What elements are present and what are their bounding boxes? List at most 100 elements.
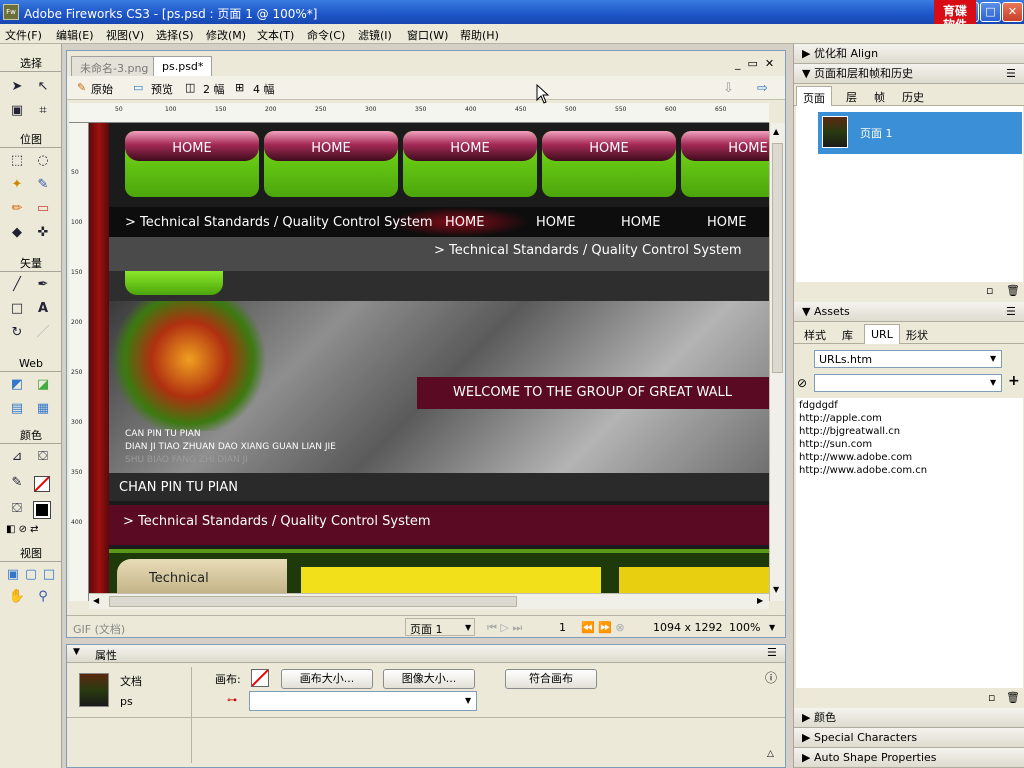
tab-url[interactable]: URL xyxy=(864,324,900,344)
quick-export-icon[interactable]: ⇩ xyxy=(723,81,734,96)
special-characters-header[interactable]: ▶ Special Characters xyxy=(794,728,1024,748)
url-input[interactable] xyxy=(814,374,1002,392)
slice-icon[interactable]: ◪ xyxy=(34,376,52,394)
hide-slices-icon[interactable]: ▤ xyxy=(8,400,26,418)
horizontal-scrollbar[interactable]: ◀ ▶ xyxy=(89,593,769,609)
tab-pages[interactable]: 页面 xyxy=(796,86,832,106)
knife-icon[interactable]: ／ xyxy=(34,324,52,342)
expand-icon[interactable]: △ xyxy=(767,749,774,759)
menu-view[interactable]: 视图(V) xyxy=(106,27,144,43)
settings-dropdown-icon[interactable]: ▼ xyxy=(465,696,471,705)
menu-file[interactable]: 文件(F) xyxy=(5,27,42,43)
url-file-select[interactable]: URLs.htm xyxy=(814,350,1002,368)
colors-header[interactable]: ▶ 颜色 xyxy=(794,708,1024,728)
tab-frames[interactable]: 帧 xyxy=(868,86,891,106)
tab-library[interactable]: 库 xyxy=(836,324,859,344)
view-4up[interactable]: 4 幅 xyxy=(253,81,275,97)
standard-screen-icon[interactable]: ▣ xyxy=(4,566,22,584)
rectangle-icon[interactable]: □ xyxy=(8,300,26,318)
hotspot-icon[interactable]: ◩ xyxy=(8,376,26,394)
menu-edit[interactable]: 编辑(E) xyxy=(56,27,94,43)
stroke-color-icon[interactable]: ✎ xyxy=(8,474,26,492)
maximize-icon[interactable]: □ xyxy=(980,2,1001,22)
help-icon[interactable]: ⓘ xyxy=(765,669,777,686)
document-canvas[interactable]: HOME HOME HOME HOME HOME > Technical Sta… xyxy=(89,123,769,593)
image-size-button[interactable]: 图像大小... xyxy=(383,669,475,689)
tab-ps-psd[interactable]: ps.psd* xyxy=(153,56,213,76)
scale-icon[interactable]: ▣ xyxy=(8,102,26,120)
view-2up[interactable]: 2 幅 xyxy=(203,81,225,97)
view-preview[interactable]: 预览 xyxy=(151,81,173,97)
menu-text[interactable]: 文本(T) xyxy=(257,27,294,43)
frame-nav-controls[interactable]: ⏪ ⏩ ⊗ xyxy=(581,621,625,634)
add-asset-icon[interactable]: ▫ xyxy=(988,691,995,704)
panel-menu-icon[interactable]: ☰ xyxy=(767,646,777,659)
line-icon[interactable]: ╱ xyxy=(8,276,26,294)
vertical-scrollbar[interactable]: ▲ ▼ xyxy=(769,123,785,601)
page-item-selected[interactable] xyxy=(818,112,1022,154)
menu-window[interactable]: 窗口(W) xyxy=(407,27,448,43)
subselect-icon[interactable]: ↖ xyxy=(34,78,52,96)
auto-shape-properties-header[interactable]: ▶ Auto Shape Properties xyxy=(794,748,1024,768)
paint-bucket-icon[interactable]: ⛋ xyxy=(34,448,52,466)
close-icon[interactable]: ✕ xyxy=(1002,2,1023,22)
tab-history[interactable]: 历史 xyxy=(896,86,930,106)
document-settings-select[interactable] xyxy=(249,691,477,711)
brush-icon[interactable]: ✎ xyxy=(34,176,52,194)
show-slices-icon[interactable]: ▦ xyxy=(34,400,52,418)
freeform-icon[interactable]: ↻ xyxy=(8,324,26,342)
tab-shapes[interactable]: 形状 xyxy=(900,324,934,344)
url-item[interactable]: fdgdgdf xyxy=(799,400,838,411)
full-screen-icon[interactable]: □ xyxy=(40,566,58,584)
fill-swatch[interactable] xyxy=(33,501,51,519)
canvas-color-swatch[interactable] xyxy=(251,669,269,687)
marquee-icon[interactable]: ⬚ xyxy=(8,152,26,170)
frame-controls[interactable]: ⏮ ▷ ⏭ xyxy=(487,621,522,635)
text-tool-icon[interactable]: A xyxy=(34,300,52,318)
full-screen-menu-icon[interactable]: ▢ xyxy=(22,566,40,584)
menu-help[interactable]: 帮助(H) xyxy=(460,27,499,43)
url-file-dropdown-icon[interactable]: ▼ xyxy=(990,354,996,363)
rubber-stamp-icon[interactable]: ✜ xyxy=(34,224,52,242)
magic-wand-icon[interactable]: ✦ xyxy=(8,176,26,194)
blur-icon[interactable]: ◆ xyxy=(8,224,26,242)
tab-layers[interactable]: 层 xyxy=(840,86,863,106)
menu-commands[interactable]: 命令(C) xyxy=(307,27,345,43)
fit-canvas-button[interactable]: 符合画布 xyxy=(505,669,597,689)
eyedropper-icon[interactable]: ⊿ xyxy=(8,448,26,466)
pen-icon[interactable]: ✒ xyxy=(34,276,52,294)
view-original[interactable]: 原始 xyxy=(91,81,113,97)
stroke-swatch[interactable] xyxy=(34,476,50,492)
canvas-size-button[interactable]: 画布大小... xyxy=(281,669,373,689)
url-input-dropdown-icon[interactable]: ▼ xyxy=(990,378,996,387)
zoom-level[interactable]: 100% xyxy=(729,621,760,634)
zoom-dropdown-icon[interactable]: ▼ xyxy=(769,623,775,632)
tab-untitled[interactable]: 未命名-3.png xyxy=(71,56,158,76)
lasso-icon[interactable]: ◌ xyxy=(34,152,52,170)
pencil-icon[interactable]: ✏ xyxy=(8,200,26,218)
hand-icon[interactable]: ✋ xyxy=(8,588,26,606)
tab-styles[interactable]: 样式 xyxy=(798,324,832,344)
zoom-icon[interactable]: ⚲ xyxy=(34,588,52,606)
page-dropdown-icon[interactable]: ▼ xyxy=(465,623,471,632)
eraser-icon[interactable]: ▭ xyxy=(34,200,52,218)
url-item[interactable]: http://bjgreatwall.cn xyxy=(799,426,900,437)
export-arrow-icon[interactable]: ⇨ xyxy=(757,81,768,96)
default-colors-icon[interactable]: ◧ ⊘ ⇄ xyxy=(6,524,39,535)
optimize-align-header[interactable]: ▶ 优化和 Align xyxy=(794,44,1024,64)
properties-header[interactable]: ▼ 属性 ☰ xyxy=(67,645,785,663)
new-page-icon[interactable]: ▫ xyxy=(986,284,993,297)
delete-asset-icon[interactable]: 🗑 xyxy=(1006,691,1020,704)
url-item[interactable]: http://www.adobe.com.cn xyxy=(799,465,927,476)
fill-color-icon[interactable]: ⛋ xyxy=(8,500,26,518)
delete-page-icon[interactable]: 🗑 xyxy=(1006,284,1020,297)
url-item[interactable]: http://sun.com xyxy=(799,439,872,450)
pages-layers-header[interactable]: ▼ 页面和层和帧和历史 ☰ xyxy=(794,64,1024,84)
url-item[interactable]: http://www.adobe.com xyxy=(799,452,912,463)
assets-header[interactable]: ▼ Assets ☰ xyxy=(794,302,1024,322)
menu-select[interactable]: 选择(S) xyxy=(156,27,194,43)
crop-icon[interactable]: ⌗ xyxy=(34,102,52,120)
menu-modify[interactable]: 修改(M) xyxy=(206,27,246,43)
menu-filters[interactable]: 滤镜(I) xyxy=(358,27,392,43)
doc-window-controls[interactable]: _ ▭ ✕ xyxy=(735,57,774,70)
